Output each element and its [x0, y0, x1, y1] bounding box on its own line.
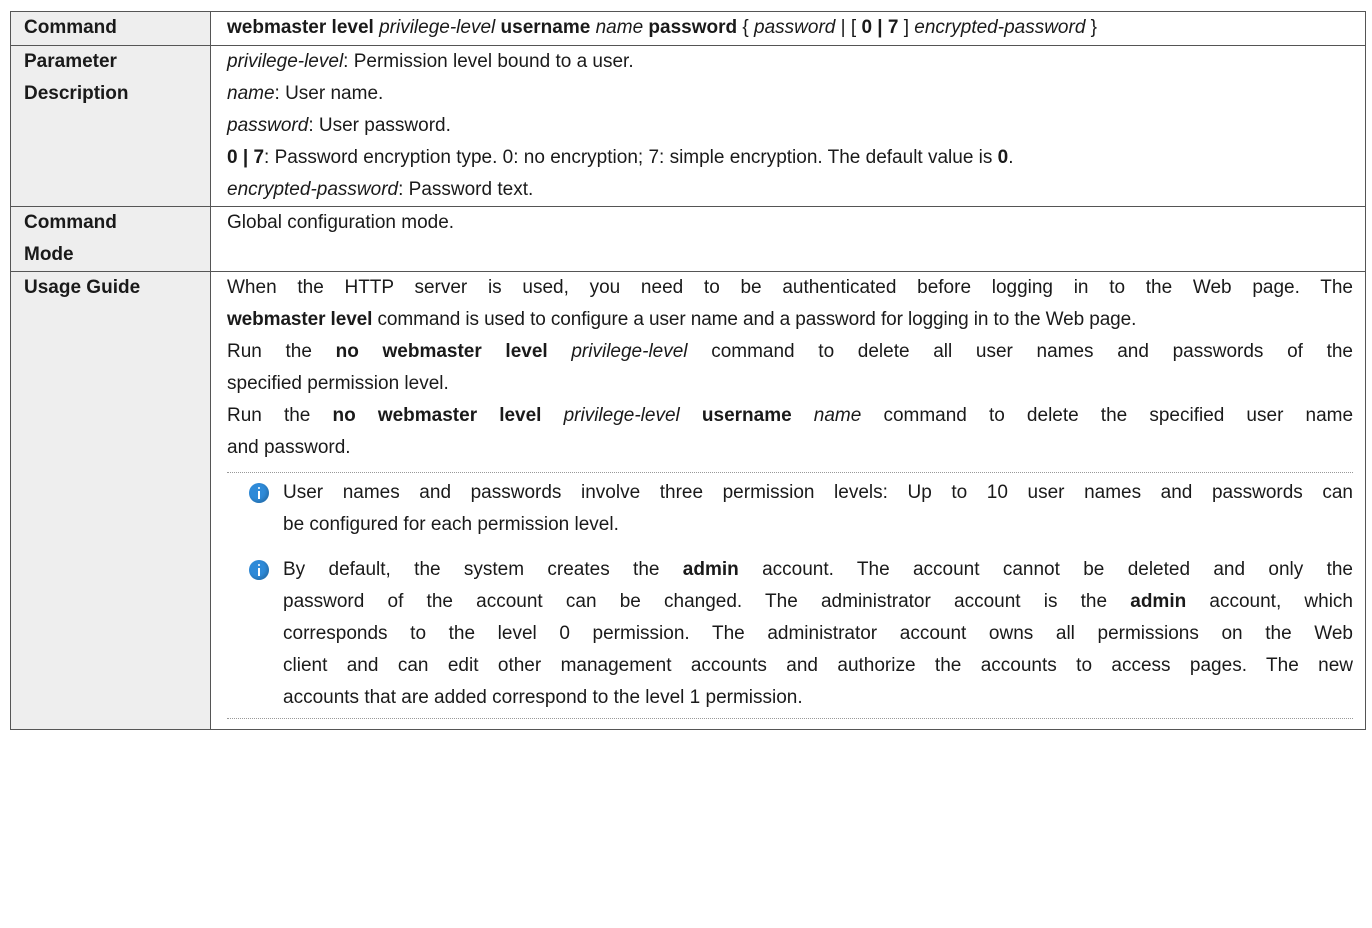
usage-guide-row: Usage Guide When the HTTP server is used… — [10, 271, 1366, 730]
param-text: : Password text. — [398, 179, 534, 200]
info-icon — [249, 483, 269, 503]
usage-p2-run: Run the — [227, 341, 336, 362]
usage-p2-line2: specified permission level. — [227, 373, 449, 394]
parameter-description-body: privilege-level: Permission level bound … — [210, 45, 1366, 207]
usage-p2-rest: command to delete all user names and pas… — [687, 341, 1354, 362]
param-item: encrypted-password: Password text. — [227, 174, 1353, 206]
param-item: name: User name. — [227, 78, 1353, 110]
param-term: privilege-level — [227, 51, 344, 72]
syntax-arg1: privilege-level — [379, 17, 496, 38]
usage-p3-line2: and password. — [227, 437, 351, 458]
syntax-kw2: username — [500, 17, 591, 38]
command-mode-body: Global configuration mode. — [210, 206, 1366, 272]
param-item: password: User password. — [227, 110, 1353, 142]
usage-p3-kw: no webmaster level — [332, 405, 542, 426]
command-label: Command — [10, 11, 211, 46]
note2-a: By default, the system creates the — [283, 559, 683, 580]
note2-kw-a: admin — [682, 559, 739, 580]
syntax-kw-opts: 0 | 7 — [861, 17, 899, 38]
note2-b: account. The account cannot be deleted a… — [738, 559, 1353, 580]
note2-kw-c: admin — [1130, 591, 1187, 612]
syntax-arg2: name — [595, 17, 644, 38]
parameter-label-line2: Description — [24, 83, 129, 104]
command-syntax: webmaster level privilege-level username… — [210, 11, 1366, 46]
syntax-kw3: password — [648, 17, 738, 38]
syntax-brace-open: { — [742, 17, 749, 38]
usage-p2-line1: Run the no webmaster level privilege-lev… — [227, 336, 1353, 368]
usage-p3-arg: privilege-level — [563, 405, 680, 426]
param-end: . — [1008, 147, 1014, 168]
param-text: : Permission level bound to a user. — [343, 51, 634, 72]
note2-c: password of the account can be changed. … — [283, 591, 1131, 612]
param-text: : User password. — [308, 115, 451, 136]
param-item: privilege-level: Permission level bound … — [227, 46, 1353, 78]
note2-d: account, which — [1186, 591, 1353, 612]
usage-p3-arg2: name — [813, 405, 862, 426]
syntax-arg3: password — [754, 17, 836, 38]
usage-p1-line2: webmaster level command is used to confi… — [227, 304, 1353, 336]
parameter-description-label: Parameter Description — [10, 45, 211, 207]
command-mode-row: Command Mode Global configuration mode. — [10, 206, 1366, 272]
usage-guide-body: When the HTTP server is used, you need t… — [210, 271, 1366, 730]
mode-label-line1: Command — [24, 212, 117, 233]
notes-block: User names and passwords involve three p… — [227, 472, 1353, 719]
usage-guide-label-text: Usage Guide — [24, 277, 141, 298]
command-reference-table: Command webmaster level privilege-level … — [10, 11, 1366, 730]
parameter-label-line1: Parameter — [24, 51, 117, 72]
usage-guide-label: Usage Guide — [10, 271, 211, 730]
command-mode-text: Global configuration mode. — [227, 212, 455, 233]
param-default-value: 0 — [997, 147, 1009, 168]
command-mode-label: Command Mode — [10, 206, 211, 272]
usage-p1-kw: webmaster level — [227, 309, 373, 330]
param-term: 0 | 7 — [227, 147, 265, 168]
note1-line2: be configured for each permission level. — [283, 514, 619, 535]
param-term: name — [227, 83, 275, 104]
usage-p3-line1: Run the no webmaster level privilege-lev… — [227, 400, 1353, 432]
info-icon — [249, 560, 269, 580]
param-text: : User name. — [274, 83, 384, 104]
syntax-brace-close: } — [1090, 17, 1098, 38]
mode-label-line2: Mode — [24, 244, 74, 265]
usage-p2-kw: no webmaster level — [335, 341, 548, 362]
syntax-kw1: webmaster level — [227, 17, 374, 38]
note-item: By default, the system creates the admin… — [227, 554, 1353, 714]
usage-p3-rest: command to delete the specified user nam… — [861, 405, 1354, 426]
usage-p1-rest: command is used to configure a user name… — [372, 309, 1137, 330]
note2-line5: accounts that are added correspond to th… — [283, 687, 803, 708]
param-text: : Password encryption type. 0: no encryp… — [264, 147, 998, 168]
command-row: Command webmaster level privilege-level … — [10, 11, 1366, 46]
note2-line3: corresponds to the level 0 permission. T… — [283, 623, 1353, 644]
note-item: User names and passwords involve three p… — [227, 477, 1353, 541]
parameter-description-row: Parameter Description privilege-level: P… — [10, 45, 1366, 207]
syntax-arg4: encrypted-password — [914, 17, 1086, 38]
note2-line2: password of the account can be changed. … — [283, 586, 1353, 618]
usage-p1-line1: When the HTTP server is used, you need t… — [227, 277, 1353, 298]
param-term: password — [227, 115, 309, 136]
usage-p3-kw2: username — [701, 405, 792, 426]
syntax-bracket-close: ] — [903, 17, 910, 38]
note2-line4: client and can edit other management acc… — [283, 655, 1353, 676]
param-term: encrypted-password — [227, 179, 399, 200]
syntax-pipe-bracket: | [ — [840, 17, 857, 38]
usage-p3-run: Run the — [227, 405, 333, 426]
param-item: 0 | 7: Password encryption type. 0: no e… — [227, 142, 1353, 174]
usage-p2-arg: privilege-level — [571, 341, 688, 362]
note1-line1: User names and passwords involve three p… — [283, 482, 1353, 503]
command-label-text: Command — [24, 17, 117, 38]
note2-line1: By default, the system creates the admin… — [283, 554, 1353, 586]
